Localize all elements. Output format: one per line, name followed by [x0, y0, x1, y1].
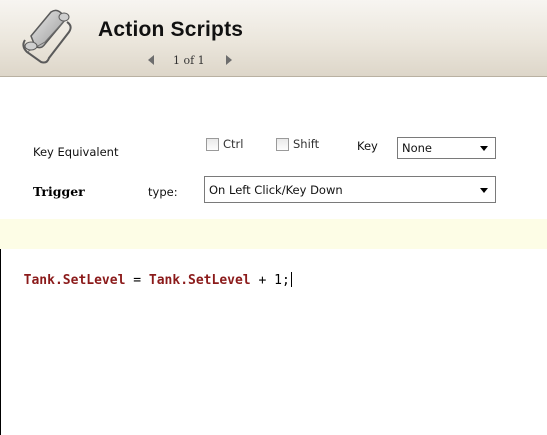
key-select[interactable]: None — [397, 137, 496, 159]
chevron-down-icon — [480, 146, 488, 151]
code-token-plain: = — [125, 273, 149, 288]
code-line[interactable]: Tank.SetLevel = Tank.SetLevel + 1; — [8, 257, 292, 288]
code-token-plain: + 1; — [250, 273, 290, 288]
trigger-type-value: On Left Click/Key Down — [209, 182, 343, 197]
key-select-value: None — [402, 141, 433, 155]
key-label: Key — [357, 139, 378, 153]
pager: 1 of 1 — [145, 52, 235, 68]
next-arrow-icon[interactable] — [221, 53, 235, 67]
previous-arrow-icon[interactable] — [145, 53, 159, 67]
action-scripts-header: Action Scripts 1 of 1 — [0, 0, 547, 77]
trigger-type-label: type: — [148, 185, 178, 199]
chevron-down-icon — [480, 187, 488, 193]
pager-text: 1 of 1 — [173, 53, 205, 67]
ctrl-checkbox[interactable]: Ctrl — [206, 137, 243, 151]
ctrl-checkbox-label: Ctrl — [223, 137, 244, 151]
key-equivalent-label: Key Equivalent — [33, 145, 119, 159]
editor-highlight-band — [0, 219, 547, 249]
trigger-type-select[interactable]: On Left Click/Key Down — [204, 176, 496, 203]
trigger-label: Trigger — [33, 184, 85, 199]
text-cursor — [290, 272, 292, 287]
shift-checkbox-label: Shift — [293, 137, 320, 151]
page-title: Action Scripts — [98, 18, 244, 41]
shift-checkbox-box[interactable] — [276, 137, 289, 151]
shift-checkbox[interactable]: Shift — [276, 137, 319, 151]
scroll-icon — [22, 9, 72, 64]
ctrl-checkbox-box[interactable] — [206, 137, 219, 151]
code-token-ident: Tank.SetLevel — [23, 273, 126, 288]
code-token-ident: Tank.SetLevel — [148, 273, 251, 288]
